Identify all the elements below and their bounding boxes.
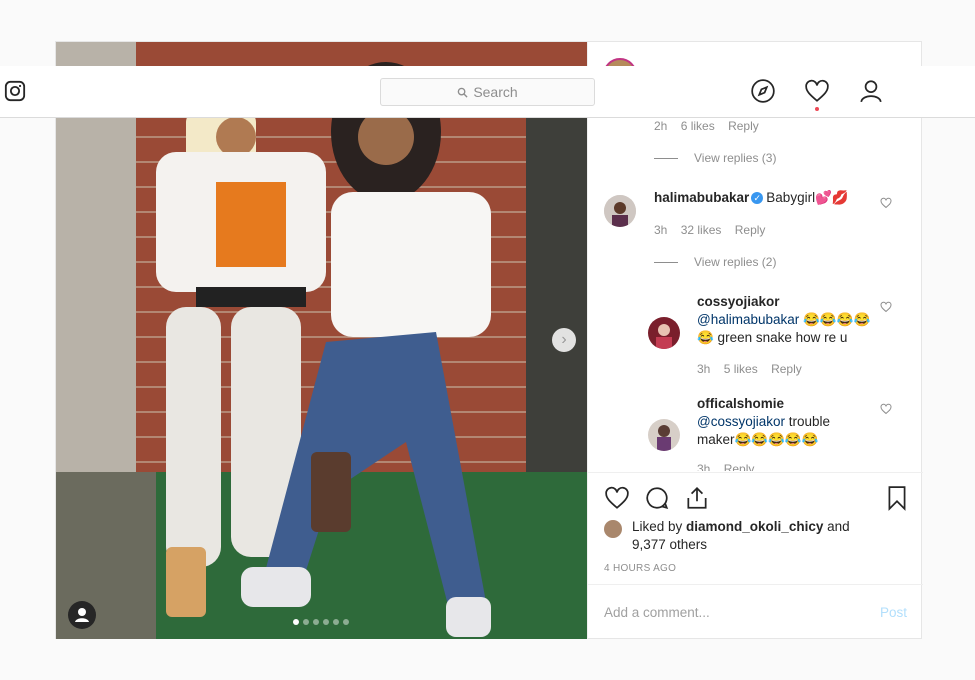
post-timestamp[interactable]: 4 HOURS AGO	[604, 563, 676, 574]
post-card: › 2h 6 likes Reply View replies (3) hali…	[55, 41, 923, 639]
carousel-dot	[333, 619, 339, 625]
tagged-users-button[interactable]	[68, 601, 96, 629]
search-icon	[458, 87, 468, 98]
like-comment-heart-icon[interactable]	[880, 197, 892, 209]
comments-list[interactable]: 2h 6 likes Reply View replies (3) halima…	[588, 119, 923, 471]
comment-likes[interactable]: 32 likes	[681, 223, 722, 237]
comment-meta: 3h 5 likes Reply	[697, 362, 812, 376]
verified-badge-icon: ✓	[751, 192, 764, 205]
comment-body: halimabubakar ✓ Babygirl💕💋	[654, 189, 884, 207]
carousel-dot	[293, 619, 299, 625]
post-sidebar: 2h 6 likes Reply View replies (3) halima…	[587, 42, 923, 639]
like-comment-heart-icon[interactable]	[880, 403, 892, 415]
comment-input[interactable]: Add a comment...	[604, 605, 710, 620]
bookmark-icon[interactable]	[884, 485, 910, 511]
comment-meta: 3h Reply	[697, 462, 764, 471]
reply-button[interactable]: Reply	[735, 223, 766, 237]
avatar-image	[648, 317, 680, 349]
carousel-indicator	[293, 619, 349, 625]
comment-time: 3h	[654, 223, 668, 237]
view-replies-button[interactable]: View replies (3)	[654, 151, 776, 165]
commenter-avatar[interactable]	[648, 419, 680, 451]
comment-time: 3h	[697, 362, 711, 376]
comment-username[interactable]: cossyojiakor	[697, 294, 780, 309]
comment-username[interactable]: halimabubakar	[654, 190, 749, 205]
reply-button[interactable]: Reply	[728, 119, 759, 133]
comment-bubble-icon[interactable]	[644, 485, 670, 511]
liked-by-and: and	[823, 519, 850, 534]
comment-text: trouble	[784, 414, 831, 429]
search-placeholder: Search	[473, 84, 518, 100]
add-comment-bar: Add a comment... Post	[588, 584, 923, 639]
carousel-dot	[303, 619, 309, 625]
view-replies-label: View replies (3)	[694, 151, 777, 165]
like-comment-heart-icon[interactable]	[880, 301, 892, 313]
post-actions: Liked by diamond_okoli_chicy and 9,377 o…	[588, 472, 923, 584]
post-photo[interactable]: ›	[56, 42, 587, 639]
mention-link[interactable]: @halimabubakar	[697, 312, 799, 327]
view-replies-label: View replies (2)	[694, 255, 777, 269]
next-photo-button[interactable]: ›	[552, 328, 576, 352]
likes-count[interactable]: 9,377 others	[632, 537, 707, 552]
comment-meta: 2h 6 likes Reply	[654, 119, 769, 133]
reply-body: cossyojiakor @halimabubakar 😂😂😂😂 😂 green…	[697, 293, 877, 347]
comment-meta: 3h 32 likes Reply	[654, 223, 775, 237]
carousel-dot	[323, 619, 329, 625]
carousel-dot	[313, 619, 319, 625]
avatar-image	[604, 195, 636, 227]
comment-text: Babygirl💕💋	[766, 190, 849, 205]
like-heart-icon[interactable]	[604, 485, 630, 511]
carousel-dot	[343, 619, 349, 625]
comment-text-line: 😂 green snake how re u	[697, 330, 848, 345]
replies-line	[654, 157, 678, 159]
liked-by-prefix: Liked by	[632, 519, 687, 534]
instagram-logo-icon[interactable]	[4, 80, 26, 102]
comment-likes[interactable]: 6 likes	[681, 119, 715, 133]
mention-link[interactable]: @cossyojiakor	[697, 414, 785, 429]
comment-text: 😂😂😂😂	[799, 312, 871, 327]
post-photo-image	[56, 42, 587, 639]
reply-button[interactable]: Reply	[771, 362, 802, 376]
comment-likes[interactable]: 5 likes	[724, 362, 758, 376]
compass-icon[interactable]	[750, 78, 776, 104]
top-navigation-bar: Search	[0, 66, 975, 118]
reply-button[interactable]: Reply	[724, 462, 755, 471]
heart-icon[interactable]	[804, 78, 830, 104]
activity-notification-dot	[815, 107, 819, 111]
search-input[interactable]: Search	[380, 78, 595, 106]
view-replies-button[interactable]: View replies (2)	[654, 255, 776, 269]
profile-icon[interactable]	[858, 78, 884, 104]
commenter-avatar[interactable]	[648, 317, 680, 349]
avatar-image	[648, 419, 680, 451]
comment-time: 3h	[697, 462, 711, 471]
comment-text-line: maker😂😂😂😂😂	[697, 432, 819, 447]
user-tag-icon	[75, 608, 89, 622]
comment-username[interactable]: officalshomie	[697, 396, 784, 411]
share-icon[interactable]	[684, 485, 710, 511]
likes-summary: Liked by diamond_okoli_chicy and 9,377 o…	[604, 518, 904, 554]
comment-time: 2h	[654, 119, 668, 133]
replies-line	[654, 261, 678, 263]
reply-body: officalshomie @cossyojiakor trouble make…	[697, 395, 877, 449]
post-comment-button[interactable]: Post	[880, 605, 907, 620]
commenter-avatar[interactable]	[604, 195, 636, 227]
liked-by-username[interactable]: diamond_okoli_chicy	[686, 519, 823, 534]
liker-avatar[interactable]	[604, 520, 622, 538]
